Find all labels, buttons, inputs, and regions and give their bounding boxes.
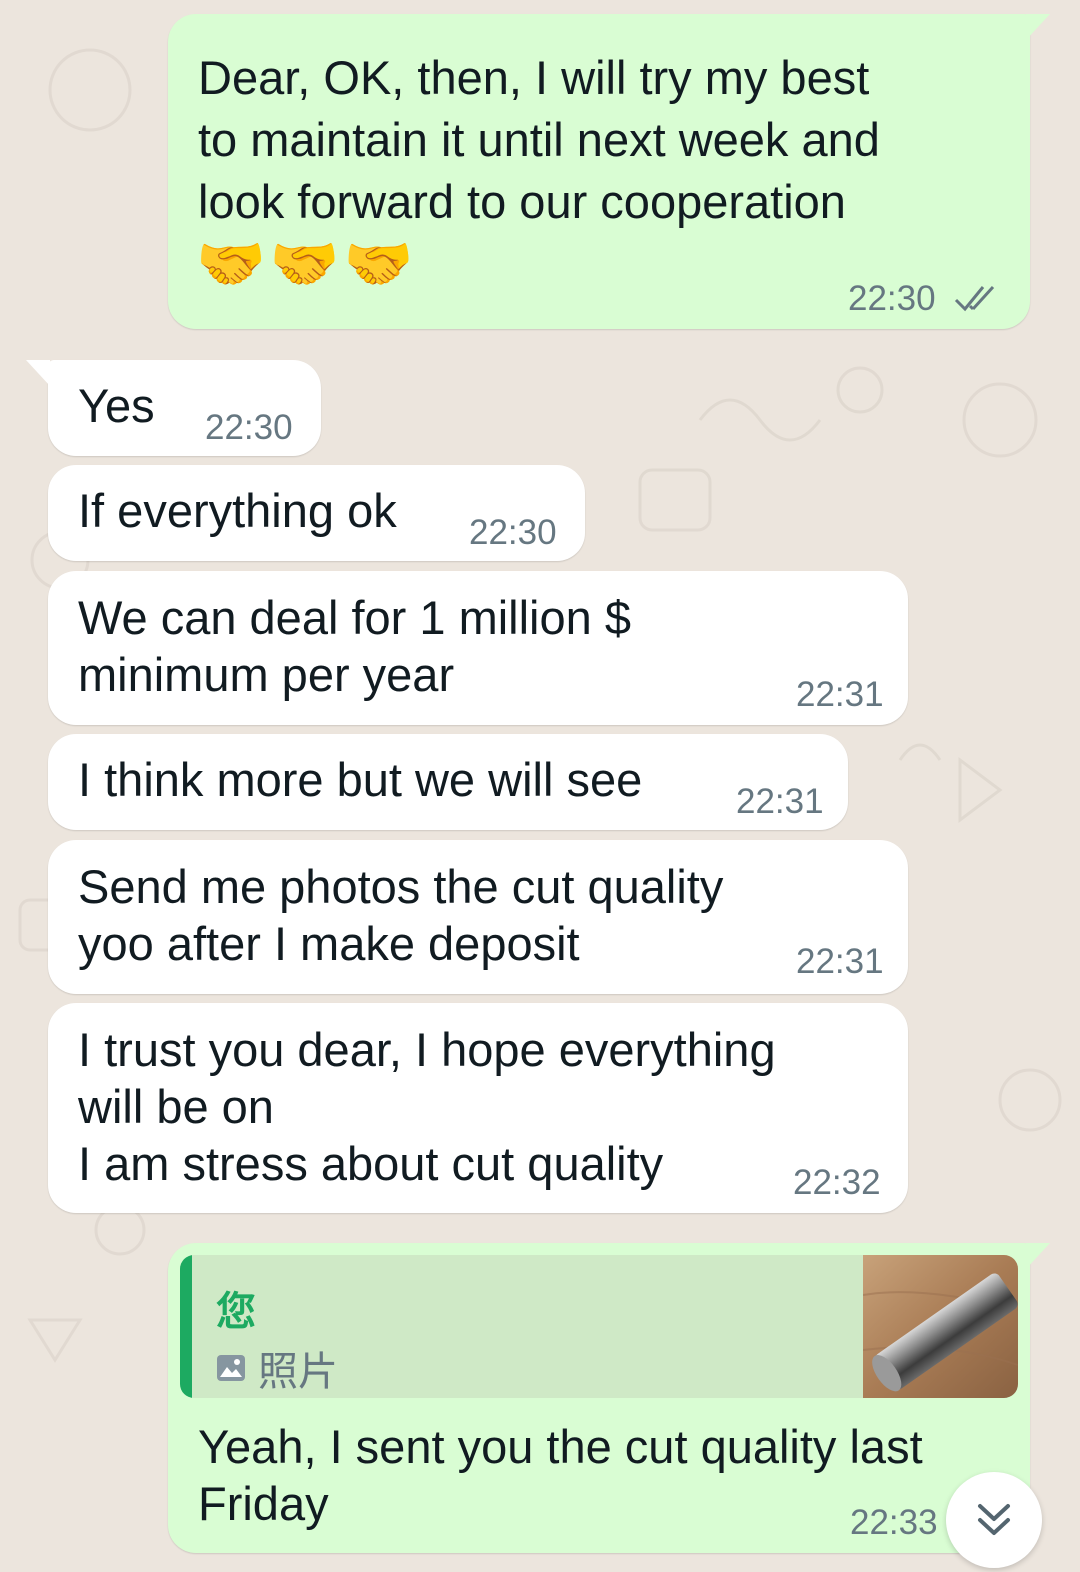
message-time: 22:30 — [205, 408, 293, 447]
bubble-tail — [26, 360, 50, 386]
quote-author: 您 — [216, 1290, 256, 1334]
quote-kind: 照片 — [216, 1339, 338, 1397]
message-bubble-outgoing[interactable]: Dear, OK, then, I will try my best to ma… — [168, 14, 1050, 329]
photo-icon — [217, 1355, 245, 1381]
message-text: Yes — [78, 379, 155, 432]
quoted-message[interactable]: 您 照片 — [180, 1255, 1018, 1398]
bubble-tail — [1026, 1243, 1050, 1269]
message-time: 22:32 — [793, 1163, 881, 1202]
message-time: 22:31 — [736, 782, 824, 821]
message-text: Send me photos the cut quality yoo after… — [78, 860, 724, 970]
message-time: 22:30 — [848, 279, 936, 318]
double-chevron-down-icon — [978, 1504, 1010, 1535]
message-bubble-incoming[interactable]: Send me photos the cut quality yoo after… — [48, 840, 908, 994]
message-time: 22:31 — [796, 942, 884, 981]
handshake-emoji-icon: 🤝🤝🤝 — [196, 232, 418, 295]
message-time: 22:33 — [850, 1503, 938, 1542]
message-text: I trust you dear, I hope everything will… — [78, 1023, 776, 1190]
message-bubble-outgoing[interactable]: 您 照片 Yeah, I sent you the cut quality la… — [168, 1243, 1050, 1553]
message-bubble-incoming[interactable]: We can deal for 1 million $ minimum per … — [48, 571, 908, 725]
message-time: 22:30 — [469, 513, 557, 552]
message-bubble-incoming[interactable]: Yes 22:30 — [26, 360, 321, 456]
message-text: Dear, OK, then, I will try my best to ma… — [198, 51, 880, 228]
message-bubble-incoming[interactable]: I think more but we will see 22:31 — [48, 734, 848, 830]
message-text: I think more but we will see — [78, 753, 643, 806]
double-check-icon — [954, 285, 995, 312]
message-bubble-incoming[interactable]: I trust you dear, I hope everything will… — [48, 1003, 908, 1213]
quote-kind-label: 照片 — [258, 1350, 338, 1394]
message-text: If everything ok — [78, 484, 397, 537]
message-bubble-incoming[interactable]: If everything ok 22:30 — [48, 465, 585, 561]
message-time: 22:31 — [796, 675, 884, 714]
message-text: We can deal for 1 million $ minimum per … — [78, 591, 631, 701]
quote-accent-bar — [180, 1255, 192, 1398]
bubble-tail — [1026, 14, 1050, 40]
photo-thumbnail[interactable] — [863, 1255, 1018, 1398]
scroll-to-bottom-button[interactable] — [946, 1472, 1042, 1568]
